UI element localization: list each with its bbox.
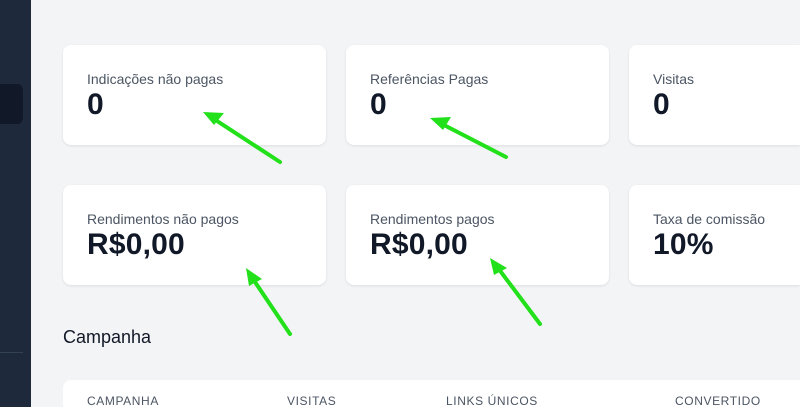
sidebar-divider bbox=[0, 352, 23, 353]
stat-card-commission-rate: Taxa de comissão 10% bbox=[629, 185, 800, 285]
campaign-section-title: Campanha bbox=[63, 327, 152, 347]
stat-value: 0 bbox=[370, 88, 387, 121]
stat-value: R$0,00 bbox=[370, 228, 468, 261]
stat-card-unpaid-referrals: Indicações não pagas 0 bbox=[63, 45, 326, 145]
stat-value: 0 bbox=[653, 88, 670, 121]
column-header-unique-links[interactable]: LINKS ÚNICOS bbox=[446, 394, 538, 407]
stat-value: 10% bbox=[653, 228, 714, 261]
stat-card-visits: Visitas 0 bbox=[629, 45, 800, 145]
stat-card-paid-earnings: Rendimentos pagos R$0,00 bbox=[346, 185, 609, 285]
stat-label: Visitas bbox=[653, 71, 694, 87]
stat-label: Referências Pagas bbox=[370, 71, 489, 87]
stat-label: Indicações não pagas bbox=[87, 71, 224, 87]
stat-label: Taxa de comissão bbox=[653, 211, 766, 227]
stat-value: R$0,00 bbox=[87, 228, 185, 261]
sidebar-active-item[interactable] bbox=[0, 84, 23, 124]
stat-label: Rendimentos pagos bbox=[370, 211, 495, 227]
stat-card-unpaid-earnings: Rendimentos não pagos R$0,00 bbox=[63, 185, 326, 285]
arrow-icon bbox=[251, 277, 292, 336]
stat-label: Rendimentos não pagos bbox=[87, 211, 239, 227]
column-header-campaign[interactable]: CAMPANHA bbox=[87, 394, 159, 407]
column-header-visits[interactable]: VISITAS bbox=[287, 394, 336, 407]
campaign-table-header: CAMPANHA VISITAS LINKS ÚNICOS CONVERTIDO bbox=[63, 380, 800, 407]
sidebar bbox=[0, 0, 31, 407]
stat-value: 0 bbox=[87, 88, 104, 121]
stat-card-paid-referrals: Referências Pagas 0 bbox=[346, 45, 609, 145]
column-header-converted[interactable]: CONVERTIDO bbox=[675, 394, 761, 407]
